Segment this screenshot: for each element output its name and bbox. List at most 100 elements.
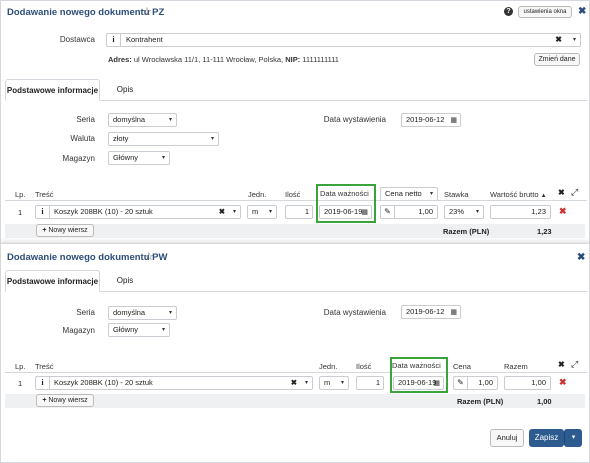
row-rate: 23%: [449, 207, 465, 216]
tab-basic-info[interactable]: Podstawowe informacje: [5, 270, 100, 292]
issue-date-input[interactable]: 2019-06-12 ▦: [401, 305, 461, 319]
series-select[interactable]: domyślna ▾: [108, 306, 177, 320]
row-qty-input[interactable]: 1: [285, 205, 313, 219]
col-unit: Jedn.: [248, 190, 267, 199]
row-product-select[interactable]: i Koszyk 208BK (10) - 20 sztuk ✖ ▾: [35, 376, 313, 390]
help-icon[interactable]: ?: [504, 7, 513, 16]
row-expiry-input[interactable]: 2019-06-19 ▦: [393, 376, 444, 390]
issue-date-input[interactable]: 2019-06-12 ▦: [401, 113, 461, 127]
pz-favorite-star-icon[interactable]: ☆: [142, 5, 152, 18]
row-unit: m: [252, 207, 259, 216]
row-expiry: 2019-06-19: [324, 207, 363, 216]
row-lp: 1: [18, 379, 23, 388]
new-row-button[interactable]: + Nowy wiersz: [36, 394, 94, 407]
row-content: Koszyk 208BK (10) - 20 sztuk: [54, 378, 153, 387]
expand-icon[interactable]: ⤢: [571, 187, 578, 198]
product-clear-icon[interactable]: ✖: [291, 377, 297, 389]
row-amount-input[interactable]: 1,00: [504, 376, 551, 390]
total-value: 1,23: [537, 227, 552, 236]
currency-select[interactable]: złoty ▾: [108, 132, 219, 146]
new-row-label: Nowy wiersz: [48, 397, 88, 404]
plus-icon: +: [42, 397, 47, 404]
col-gross[interactable]: Wartość brutto ▲: [490, 190, 547, 199]
table-clear-icon[interactable]: ✖: [558, 188, 565, 197]
series-value: domyślna: [113, 115, 146, 124]
series-caret-icon: ▾: [168, 117, 172, 123]
tab-description[interactable]: Opis: [105, 79, 145, 101]
window-settings-button[interactable]: ustawienia okna: [518, 6, 572, 18]
row-price: 1,00: [418, 207, 433, 216]
pz-dialog: Dodawanie nowego dokumentu PZ ☆ ? ustawi…: [0, 0, 590, 246]
tab-description[interactable]: Opis: [105, 270, 145, 292]
col-lp: Lp.: [15, 362, 26, 371]
address-prefix: Adres:: [108, 55, 132, 64]
warehouse-label: Magazyn: [62, 154, 95, 163]
col-amount: Razem: [504, 362, 528, 371]
change-data-button[interactable]: Zmień dane: [534, 53, 580, 66]
supplier-select[interactable]: i Kontrahent ✖ ▾: [106, 33, 581, 47]
price-edit-pencil-icon[interactable]: ✎: [381, 206, 395, 218]
row-product-select[interactable]: i Koszyk 208BK (10) - 20 sztuk ✖ ▾: [35, 205, 241, 219]
product-info-icon[interactable]: i: [36, 377, 50, 389]
col-lp: Lp.: [15, 190, 26, 199]
currency-label: Waluta: [70, 134, 95, 143]
series-label: Seria: [76, 115, 95, 124]
expand-icon[interactable]: ⤢: [571, 359, 578, 370]
supplier-label: Dostawca: [59, 35, 95, 44]
warehouse-value: Główny: [113, 325, 139, 334]
total-value: 1,00: [537, 397, 552, 406]
row-delete-icon[interactable]: ✖: [559, 206, 567, 217]
price-mode-select[interactable]: Cena netto ▾: [380, 187, 438, 201]
col-gross-label: Wartość brutto: [490, 190, 539, 199]
col-rate: Stawka: [444, 190, 469, 199]
tab-basic-info[interactable]: Podstawowe informacje: [5, 79, 100, 101]
issue-date-label: Data wystawienia: [323, 115, 386, 124]
cancel-button[interactable]: Anuluj: [490, 429, 524, 447]
calendar-icon[interactable]: ▦: [450, 115, 457, 126]
row-qty-input[interactable]: 1: [356, 376, 384, 390]
col-qty: Ilość: [285, 190, 301, 199]
price-edit-pencil-icon[interactable]: ✎: [454, 377, 468, 389]
save-button[interactable]: Zapisz: [529, 429, 564, 447]
row-unit-select[interactable]: m ▾: [247, 205, 277, 219]
sort-icon: ▲: [540, 193, 547, 199]
series-select[interactable]: domyślna ▾: [108, 113, 177, 127]
warehouse-select[interactable]: Główny ▾: [108, 151, 170, 165]
series-caret-icon: ▾: [168, 310, 172, 316]
supplier-clear-icon[interactable]: ✖: [555, 34, 562, 46]
pw-close-icon[interactable]: ✖: [577, 252, 585, 263]
calendar-icon[interactable]: ▦: [450, 307, 457, 318]
col-content: Treść: [35, 362, 54, 371]
save-options-caret-icon[interactable]: ▾: [564, 429, 582, 447]
new-row-button[interactable]: + Nowy wiersz: [36, 224, 94, 237]
pz-close-icon[interactable]: ✖: [578, 6, 586, 17]
warehouse-select[interactable]: Główny ▾: [108, 323, 170, 337]
table-clear-icon[interactable]: ✖: [558, 360, 565, 369]
total-label: Razem (PLN): [457, 397, 504, 406]
row-lp: 1: [18, 208, 23, 217]
row-content: Koszyk 208BK (10) - 20 sztuk: [54, 207, 153, 216]
supplier-info-icon[interactable]: i: [107, 34, 121, 46]
row-expiry-input[interactable]: 2019-06-19 ▦: [319, 205, 372, 219]
row-gross-input[interactable]: 1,23: [490, 205, 551, 219]
row-price-input[interactable]: ✎ 1,00: [453, 376, 498, 390]
rate-caret-icon: ▾: [475, 209, 479, 215]
row-rate-select[interactable]: 23% ▾: [444, 205, 484, 219]
product-caret-icon[interactable]: ▾: [233, 206, 236, 218]
pw-favorite-star-icon[interactable]: ☆: [144, 250, 154, 263]
warehouse-caret-icon: ▾: [161, 327, 165, 333]
expiry-calendar-icon[interactable]: ▦: [361, 207, 368, 218]
product-info-icon[interactable]: i: [36, 206, 50, 218]
supplier-caret-icon[interactable]: ▾: [573, 34, 576, 46]
row-price-input[interactable]: ✎ 1,00: [380, 205, 438, 219]
currency-caret-icon: ▾: [210, 136, 214, 142]
new-row-label: Nowy wiersz: [48, 227, 88, 234]
pw-tabs: Podstawowe informacje Opis: [5, 270, 587, 292]
product-clear-icon[interactable]: ✖: [219, 206, 225, 218]
warehouse-label: Magazyn: [62, 326, 95, 335]
row-unit-select[interactable]: m ▾: [319, 376, 349, 390]
row-delete-icon[interactable]: ✖: [559, 377, 567, 388]
row-expiry: 2019-06-19: [398, 378, 437, 387]
product-caret-icon[interactable]: ▾: [305, 377, 308, 389]
expiry-calendar-icon[interactable]: ▦: [433, 378, 440, 389]
